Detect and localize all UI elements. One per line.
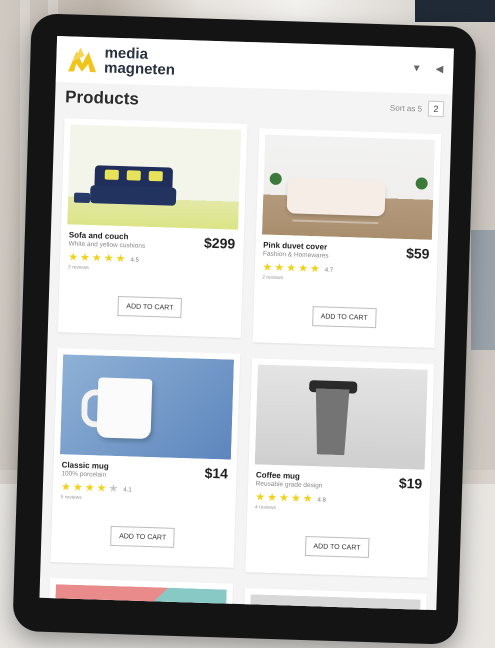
star-icon: ★: [302, 492, 313, 506]
topbar-icons: ▼ ◀: [411, 63, 443, 75]
star-empty-icon: ★: [108, 482, 119, 496]
star-icon: ★: [72, 481, 83, 494]
product-card[interactable]: Pink duvet cover Fashion & Homewares $59…: [252, 128, 442, 348]
star-icon: ★: [290, 492, 301, 505]
product-price: $19: [398, 474, 423, 492]
product-info: Coffee mug Reusable grade design $19 ★ ★ ★…: [247, 464, 431, 516]
product-card[interactable]: Coffee mug Reusable grade design $19 ★ ★ ★…: [244, 358, 434, 578]
brand-line-2: magneten: [103, 59, 176, 79]
star-icon: ★: [255, 491, 266, 504]
star-icon: ★: [297, 262, 309, 275]
product-card[interactable]: [48, 578, 233, 611]
rating-value: 4.7: [324, 266, 334, 274]
add-to-cart-button[interactable]: ADD TO CART: [117, 296, 183, 319]
add-to-cart-button[interactable]: ADD TO CART: [304, 536, 370, 559]
rating-value: 4.5: [130, 256, 139, 264]
star-icon: ★: [103, 252, 114, 265]
star-icon: ★: [278, 492, 290, 505]
product-image[interactable]: [59, 354, 234, 460]
product-image[interactable]: [248, 594, 421, 611]
star-icon: ★: [67, 251, 79, 264]
product-image[interactable]: [254, 364, 428, 470]
pager-text: Sort as 5: [389, 102, 423, 113]
star-icon: ★: [96, 482, 107, 495]
star-icon: ★: [60, 481, 71, 494]
product-info: Sofa and couch White and yellow cushions…: [60, 224, 244, 276]
back-arrow-icon[interactable]: ◀: [435, 64, 443, 75]
add-to-cart-button[interactable]: ADD TO CART: [311, 306, 377, 329]
brand-name: media magneten: [103, 44, 176, 79]
product-price: $299: [203, 234, 236, 252]
star-icon: ★: [309, 263, 320, 276]
product-grid: Sofa and couch White and yellow cushions…: [39, 112, 451, 611]
tablet-device: media magneten ▼ ◀ Products Sort as 5 2: [12, 13, 477, 645]
pagination: Sort as 5 2: [389, 99, 445, 118]
star-icon: ★: [262, 261, 273, 274]
star-icon: ★: [84, 482, 95, 495]
product-image[interactable]: [54, 584, 227, 611]
page-title: Products: [64, 87, 140, 109]
rating-value: 4.8: [317, 496, 326, 504]
chevron-down-icon[interactable]: ▼: [411, 63, 421, 74]
product-image[interactable]: [261, 134, 436, 240]
tablet-screen: media magneten ▼ ◀ Products Sort as 5 2: [39, 35, 454, 611]
product-card[interactable]: [242, 588, 427, 611]
product-card[interactable]: Classic mug 100% porcelain $14 ★ ★ ★ ★ ★ 4.1…: [50, 348, 240, 568]
star-icon: ★: [79, 251, 91, 265]
star-icon: ★: [91, 252, 102, 265]
product-price: $14: [204, 464, 229, 482]
star-icon: ★: [274, 261, 285, 275]
add-to-cart-button[interactable]: ADD TO CART: [110, 525, 175, 548]
star-icon: ★: [266, 491, 278, 505]
page-button[interactable]: 2: [427, 100, 445, 118]
rating-value: 4.1: [123, 486, 132, 494]
star-icon: ★: [285, 262, 297, 275]
star-icon: ★: [115, 252, 126, 266]
background-object: [415, 0, 495, 22]
product-price: $59: [405, 245, 430, 262]
product-info: Pink duvet cover Fashion & Homewares $59…: [254, 234, 438, 286]
product-image[interactable]: [67, 124, 241, 230]
product-card[interactable]: Sofa and couch White and yellow cushions…: [57, 118, 247, 338]
product-info: Classic mug 100% porcelain $14 ★ ★ ★ ★ ★ 4.1…: [53, 454, 237, 506]
background-object: [471, 230, 495, 350]
logo-icon[interactable]: [66, 45, 101, 74]
